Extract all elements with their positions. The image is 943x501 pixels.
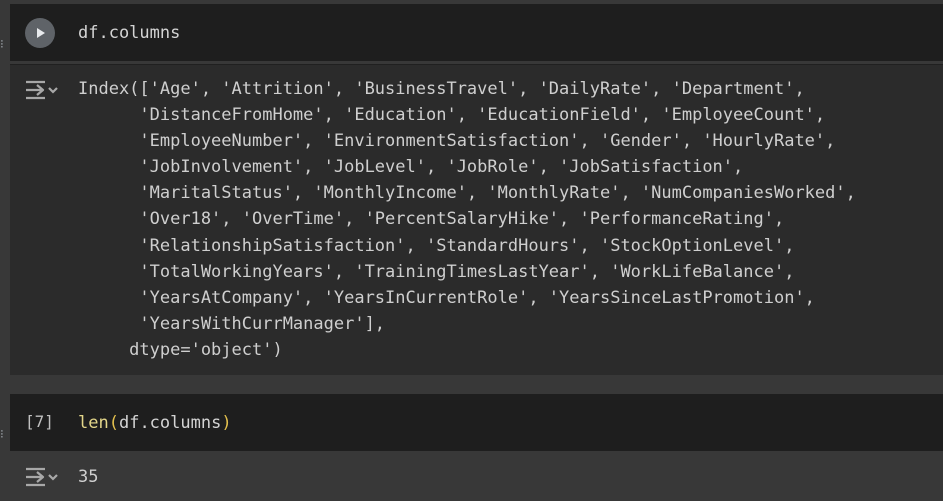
gutter-marker: ⁝ xyxy=(0,37,4,51)
code-cell-2[interactable]: [7] len(df.columns) xyxy=(10,394,943,451)
execution-count: [7] xyxy=(25,412,54,431)
gutter-marker: ⁝ xyxy=(0,427,4,441)
code-cell-1[interactable]: df.columns xyxy=(10,4,943,61)
code-argument: df.columns xyxy=(118,413,222,433)
cell-output-1: Index(['Age', 'Attrition', 'BusinessTrav… xyxy=(10,64,943,375)
run-cell-button[interactable] xyxy=(25,18,55,48)
code-paren-close: ) xyxy=(221,413,232,433)
cell-output-2: 35 xyxy=(10,452,943,501)
notebook: ⁝ df.columns Index(['Age', 'Attrition', … xyxy=(0,0,943,501)
output-toggle-icon[interactable] xyxy=(23,464,61,490)
code-editor-1[interactable]: df.columns xyxy=(78,22,180,44)
code-editor-2[interactable]: len(df.columns) xyxy=(78,412,232,434)
play-icon xyxy=(37,28,45,38)
code-paren-open: ( xyxy=(108,413,119,433)
output-toggle-icon[interactable] xyxy=(23,77,61,103)
output-text-1: Index(['Age', 'Attrition', 'BusinessTrav… xyxy=(78,79,856,360)
code-function: len xyxy=(78,413,109,433)
output-text-2: 35 xyxy=(78,467,99,487)
